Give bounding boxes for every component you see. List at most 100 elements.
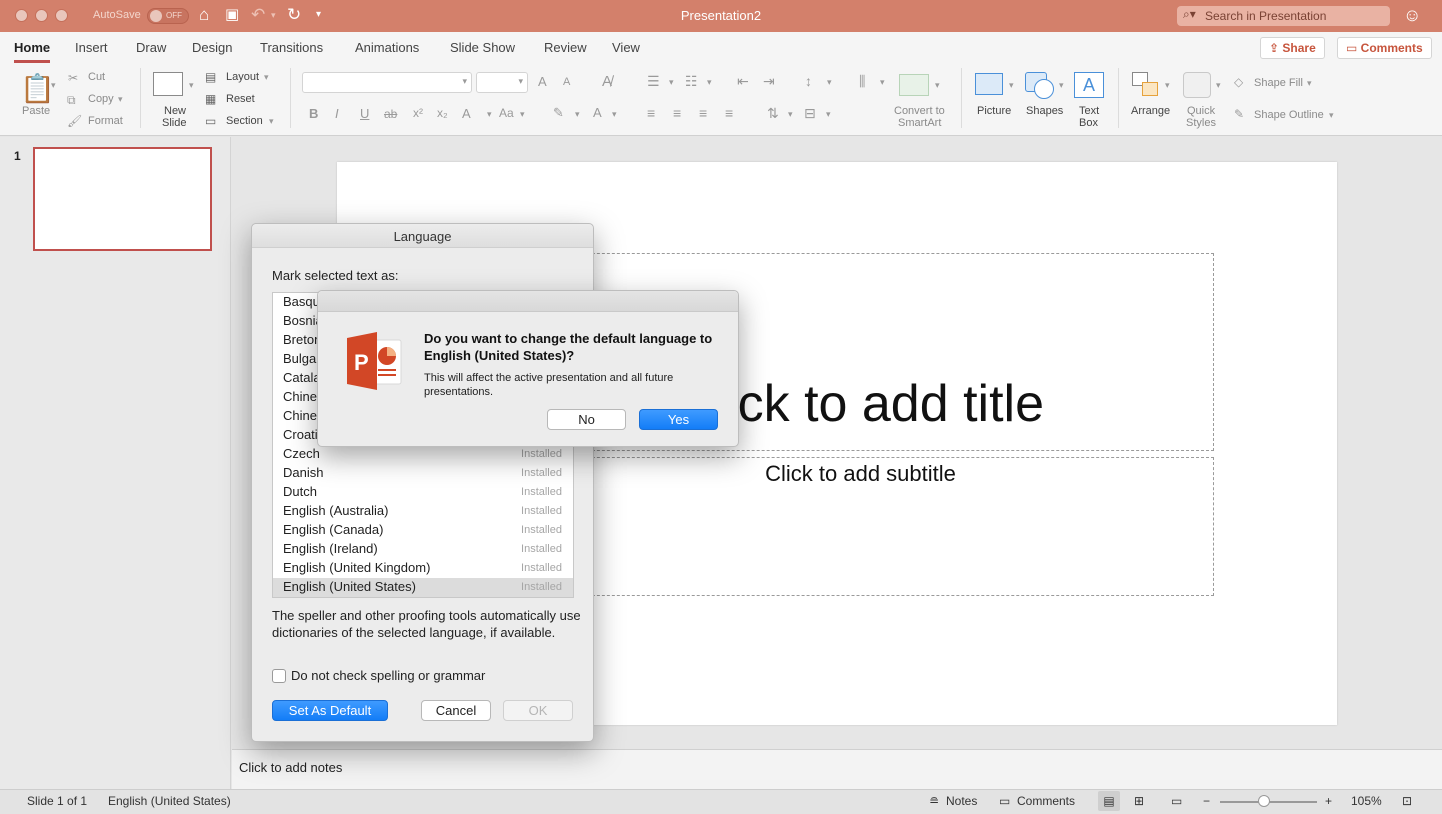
section-button[interactable]: Section	[226, 115, 263, 127]
tab-animations[interactable]: Animations	[355, 40, 419, 55]
chevron-down-icon[interactable]: ▾	[935, 80, 940, 91]
bold-button[interactable]: B	[309, 106, 318, 121]
notes-toggle-button[interactable]: Notes	[946, 794, 977, 808]
language-list-item[interactable]: Danish Installed	[273, 464, 573, 483]
search-input[interactable]	[1203, 8, 1383, 24]
slide-sorter-view-icon[interactable]: ⊞	[1134, 794, 1144, 808]
fit-to-window-icon[interactable]: ⊡	[1402, 794, 1412, 808]
copy-button[interactable]: Copy	[88, 93, 114, 105]
copy-dropdown-chevron-icon[interactable]: ▾	[118, 94, 123, 105]
chevron-down-icon[interactable]: ▾	[612, 109, 617, 120]
chevron-down-icon[interactable]: ▾	[826, 109, 831, 120]
align-text-icon[interactable]: ⊟	[804, 105, 816, 122]
tab-draw[interactable]: Draw	[136, 40, 166, 55]
line-spacing-icon[interactable]: ↕	[805, 73, 812, 89]
justify-icon[interactable]: ≡	[725, 105, 733, 121]
no-check-spelling-checkbox[interactable]	[272, 669, 286, 683]
language-indicator[interactable]: English (United States)	[108, 794, 231, 808]
share-button[interactable]: ⇪ Share	[1260, 37, 1325, 59]
chevron-down-icon[interactable]: ▾	[1009, 80, 1014, 91]
new-slide-dropdown-chevron-icon[interactable]: ▾	[189, 80, 194, 91]
shapes-button[interactable]: Shapes	[1026, 105, 1063, 117]
clear-formatting-icon[interactable]: A̸	[602, 73, 612, 90]
no-button[interactable]: No	[547, 409, 626, 430]
shape-outline-button[interactable]: Shape Outline	[1254, 109, 1324, 121]
tab-review[interactable]: Review	[544, 40, 587, 55]
zoom-level[interactable]: 105%	[1351, 794, 1382, 808]
grow-font-button[interactable]: A	[538, 74, 547, 89]
subscript-button[interactable]: x₂	[437, 106, 448, 120]
language-list-item[interactable]: Czech Installed	[273, 445, 573, 464]
increase-indent-icon[interactable]: ⇥	[763, 73, 775, 90]
chevron-down-icon[interactable]: ▾	[1165, 80, 1170, 91]
chevron-down-icon[interactable]: ▾	[1059, 80, 1064, 91]
chevron-down-icon[interactable]: ▾	[669, 77, 674, 88]
language-list-item[interactable]: English (Ireland) Installed	[273, 540, 573, 559]
textbox-icon[interactable]: A	[1074, 72, 1104, 98]
paste-dropdown-chevron-icon[interactable]: ▾	[51, 80, 56, 91]
set-as-default-button[interactable]: Set As Default	[272, 700, 388, 721]
chevron-down-icon[interactable]: ▾	[575, 109, 580, 120]
paste-button[interactable]: Paste	[22, 105, 50, 117]
cut-button[interactable]: Cut	[88, 71, 105, 83]
zoom-slider-thumb[interactable]	[1257, 795, 1270, 807]
strikethrough-button[interactable]: ab	[384, 107, 397, 121]
chevron-down-icon[interactable]: ▾	[880, 77, 885, 88]
change-case-button[interactable]: Aa	[499, 106, 514, 120]
cancel-button[interactable]: Cancel	[421, 700, 491, 721]
text-direction-icon[interactable]: ⇅	[767, 105, 779, 122]
chevron-down-icon[interactable]: ▾	[1307, 78, 1312, 89]
chevron-down-icon[interactable]: ▾	[1329, 110, 1334, 121]
tab-slide-show[interactable]: Slide Show	[450, 40, 515, 55]
chevron-down-icon[interactable]: ▾	[788, 109, 793, 120]
new-slide-icon[interactable]	[153, 72, 183, 96]
language-list-item[interactable]: Dutch Installed	[273, 483, 573, 502]
chevron-down-icon[interactable]: ▾	[827, 77, 832, 88]
zoom-in-icon[interactable]: +	[1325, 794, 1332, 808]
tab-insert[interactable]: Insert	[75, 40, 108, 55]
text-effects-icon[interactable]: A	[462, 106, 471, 121]
slide-thumbnail[interactable]	[33, 147, 212, 251]
shape-fill-button[interactable]: Shape Fill	[1254, 77, 1303, 89]
underline-button[interactable]: U	[360, 106, 369, 121]
picture-button[interactable]: Picture	[977, 105, 1011, 117]
font-name-combo[interactable]: ▾	[302, 72, 472, 93]
bullets-icon[interactable]: ☰	[647, 73, 660, 90]
comments-button[interactable]: ▭ Comments	[1337, 37, 1432, 59]
language-list-item[interactable]: English (Canada) Installed	[273, 521, 573, 540]
font-color-icon[interactable]: A	[593, 105, 602, 120]
reading-view-icon[interactable]: ▭	[1171, 794, 1182, 808]
notes-pane[interactable]: Click to add notes	[232, 749, 1442, 789]
tab-design[interactable]: Design	[192, 40, 232, 55]
format-painter-button[interactable]: Format	[88, 115, 123, 127]
shrink-font-button[interactable]: A	[563, 76, 570, 88]
ok-button[interactable]: OK	[503, 700, 573, 721]
language-list-item[interactable]: English (Australia) Installed	[273, 502, 573, 521]
columns-icon[interactable]: ⫼	[859, 73, 865, 90]
subtitle-placeholder[interactable]: Click to add subtitle	[507, 457, 1214, 596]
tab-transitions[interactable]: Transitions	[260, 40, 323, 55]
picture-icon[interactable]	[975, 73, 1003, 95]
search-box[interactable]: ⌕▾	[1177, 6, 1390, 26]
align-left-icon[interactable]: ≡	[647, 105, 655, 121]
tab-home[interactable]: Home	[14, 40, 51, 63]
chevron-down-icon[interactable]: ▾	[487, 109, 492, 120]
highlight-pen-icon[interactable]: ✎	[553, 105, 564, 121]
align-right-icon[interactable]: ≡	[699, 105, 707, 121]
align-center-icon[interactable]: ≡	[673, 105, 681, 121]
font-size-combo[interactable]: ▾	[476, 72, 528, 93]
italic-button[interactable]: I	[335, 106, 339, 121]
numbering-icon[interactable]: ☷	[685, 73, 698, 90]
comments-toggle-button[interactable]: Comments	[1017, 794, 1075, 808]
quick-styles-icon[interactable]	[1183, 72, 1211, 98]
zoom-out-icon[interactable]: −	[1203, 794, 1210, 808]
layout-button[interactable]: Layout	[226, 71, 259, 83]
layout-dropdown-chevron-icon[interactable]: ▾	[264, 72, 269, 83]
feedback-smiley-icon[interactable]: ☺	[1403, 5, 1421, 26]
language-list-item[interactable]: English (United States) Installed	[273, 578, 573, 597]
chevron-down-icon[interactable]: ▾	[707, 77, 712, 88]
smartart-icon[interactable]	[899, 74, 929, 96]
normal-view-icon[interactable]: ▤	[1098, 791, 1120, 811]
superscript-button[interactable]: x²	[413, 106, 423, 120]
chevron-down-icon[interactable]: ▾	[1216, 80, 1221, 91]
